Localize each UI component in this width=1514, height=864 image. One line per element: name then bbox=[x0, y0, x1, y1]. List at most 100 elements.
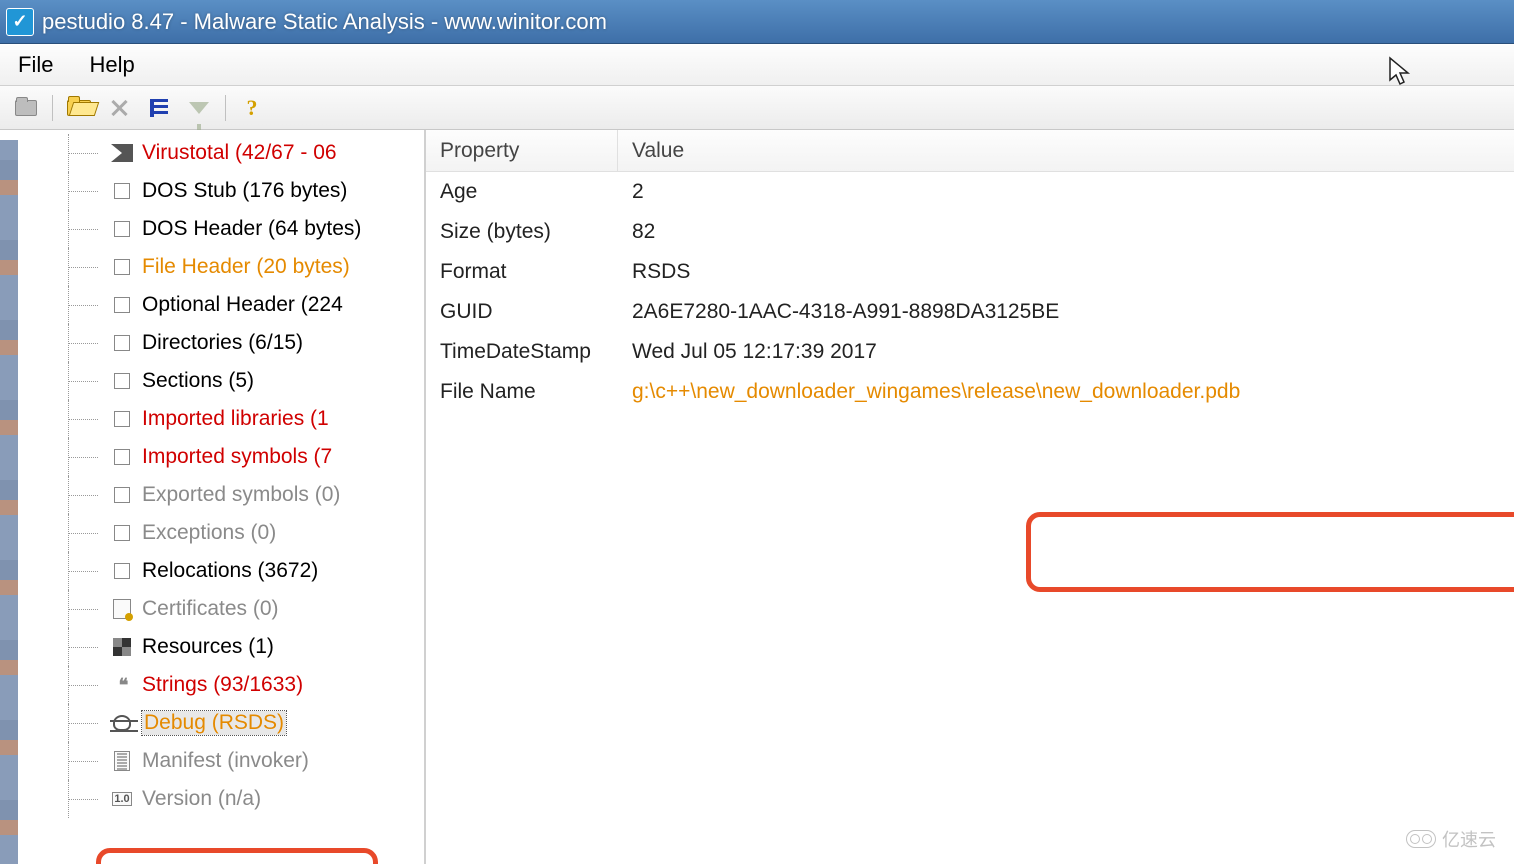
detail-value: 2 bbox=[618, 180, 1514, 204]
tree-item[interactable]: ❝ Strings (93/1633) bbox=[28, 666, 424, 704]
tree-item[interactable]: Optional Header (224 bbox=[28, 286, 424, 324]
toolbar: ? bbox=[0, 86, 1514, 130]
virustotal-icon bbox=[111, 144, 133, 162]
annotation-box-filename bbox=[1026, 512, 1514, 592]
header-property[interactable]: Property bbox=[426, 130, 618, 171]
folder-open-icon bbox=[67, 100, 91, 116]
tree-item-label: Strings (93/1633) bbox=[142, 673, 303, 697]
tree-item[interactable]: Sections (5) bbox=[28, 362, 424, 400]
tree-item-label: Sections (5) bbox=[142, 369, 254, 393]
tree-item[interactable]: Resources (1) bbox=[28, 628, 424, 666]
tree-scroll[interactable]: Virustotal (42/67 - 06 DOS Stub (176 byte… bbox=[18, 130, 424, 864]
tree-item-label: File Header (20 bytes) bbox=[142, 255, 350, 279]
tree-item-icon bbox=[110, 599, 134, 619]
toolbar-separator bbox=[52, 95, 53, 121]
toolbar-list-button[interactable] bbox=[141, 92, 177, 124]
tree-item[interactable]: Debug (RSDS) bbox=[28, 704, 424, 742]
detail-pane: Property Value Age2Size (bytes)82FormatR… bbox=[426, 130, 1514, 864]
list-icon bbox=[150, 99, 168, 117]
tree-item-icon bbox=[110, 751, 134, 771]
detail-row[interactable]: GUID2A6E7280-1AAC-4318-A991-8898DA3125BE bbox=[426, 292, 1514, 332]
checkbox-icon bbox=[114, 373, 130, 389]
checkbox-icon bbox=[114, 221, 130, 237]
watermark: 亿速云 bbox=[1406, 826, 1496, 852]
detail-property: Format bbox=[426, 260, 618, 284]
resources-icon bbox=[113, 638, 131, 656]
tree-item[interactable]: Imported libraries (1 bbox=[28, 400, 424, 438]
tree-item-icon bbox=[110, 181, 134, 201]
detail-row[interactable]: FormatRSDS bbox=[426, 252, 1514, 292]
watermark-text: 亿速云 bbox=[1442, 826, 1496, 852]
tree-item[interactable]: Exported symbols (0) bbox=[28, 476, 424, 514]
tree-item[interactable]: Imported symbols (7 bbox=[28, 438, 424, 476]
tree-item-icon bbox=[110, 409, 134, 429]
detail-row[interactable]: Size (bytes)82 bbox=[426, 212, 1514, 252]
detail-value: Wed Jul 05 12:17:39 2017 bbox=[618, 340, 1514, 364]
help-icon: ? bbox=[247, 95, 258, 121]
detail-property: Size (bytes) bbox=[426, 220, 618, 244]
tree-item[interactable]: DOS Stub (176 bytes) bbox=[28, 172, 424, 210]
tree-item-label: Exported symbols (0) bbox=[142, 483, 340, 507]
header-value[interactable]: Value bbox=[618, 130, 1514, 171]
detail-value: RSDS bbox=[618, 260, 1514, 284]
tree-item[interactable]: Virustotal (42/67 - 06 bbox=[28, 134, 424, 172]
checkbox-icon bbox=[114, 411, 130, 427]
tree-item[interactable]: 1.0 Version (n/a) bbox=[28, 780, 424, 818]
tree-item[interactable]: Manifest (invoker) bbox=[28, 742, 424, 780]
tree-item-label: Version (n/a) bbox=[142, 787, 261, 811]
toolbar-close-button[interactable] bbox=[101, 92, 137, 124]
filter-icon bbox=[189, 102, 209, 114]
content: Virustotal (42/67 - 06 DOS Stub (176 byte… bbox=[0, 130, 1514, 864]
detail-row[interactable]: TimeDateStampWed Jul 05 12:17:39 2017 bbox=[426, 332, 1514, 372]
tree-item-icon bbox=[110, 219, 134, 239]
window-title: pestudio 8.47 - Malware Static Analysis … bbox=[42, 9, 607, 35]
tree-item-label: Resources (1) bbox=[142, 635, 274, 659]
tree-item[interactable]: DOS Header (64 bytes) bbox=[28, 210, 424, 248]
detail-property: File Name bbox=[426, 380, 618, 404]
tree-item-icon: ❝ bbox=[110, 675, 134, 695]
toolbar-separator bbox=[225, 95, 226, 121]
tree-item-icon bbox=[110, 143, 134, 163]
toolbar-open-button[interactable] bbox=[61, 92, 97, 124]
detail-row[interactable]: File Nameg:\c++\new_downloader_wingames\… bbox=[426, 372, 1514, 412]
close-icon bbox=[109, 98, 129, 118]
tree-item[interactable]: Relocations (3672) bbox=[28, 552, 424, 590]
titlebar[interactable]: ✓ pestudio 8.47 - Malware Static Analysi… bbox=[0, 0, 1514, 44]
checkbox-icon bbox=[114, 183, 130, 199]
tree-item-label: Certificates (0) bbox=[142, 597, 279, 621]
tree-item[interactable]: Exceptions (0) bbox=[28, 514, 424, 552]
detail-value: g:\c++\new_downloader_wingames\release\n… bbox=[618, 380, 1514, 404]
left-edge-decoration bbox=[0, 140, 18, 864]
certificate-icon bbox=[113, 599, 131, 619]
detail-header: Property Value bbox=[426, 130, 1514, 172]
checkbox-icon bbox=[114, 449, 130, 465]
tree-item-icon bbox=[110, 523, 134, 543]
tree-pane: Virustotal (42/67 - 06 DOS Stub (176 byte… bbox=[18, 130, 426, 864]
tree-item-icon bbox=[110, 295, 134, 315]
tree-item[interactable]: Certificates (0) bbox=[28, 590, 424, 628]
strings-icon: ❝ bbox=[119, 675, 126, 696]
menu-help[interactable]: Help bbox=[83, 48, 140, 82]
tree-item-icon bbox=[110, 447, 134, 467]
tree-item-label: Virustotal (42/67 - 06 bbox=[142, 141, 337, 165]
toolbar-help-button[interactable]: ? bbox=[234, 92, 270, 124]
tree-item-label: Relocations (3672) bbox=[142, 559, 318, 583]
checkbox-icon bbox=[114, 525, 130, 541]
menu-file[interactable]: File bbox=[12, 48, 59, 82]
checkbox-icon bbox=[114, 335, 130, 351]
tree-item-icon bbox=[110, 561, 134, 581]
detail-value: 82 bbox=[618, 220, 1514, 244]
tree-item-icon: 1.0 bbox=[110, 789, 134, 809]
toolbar-folder-gray-button[interactable] bbox=[8, 92, 44, 124]
tree-item-icon bbox=[110, 333, 134, 353]
toolbar-filter-button[interactable] bbox=[181, 92, 217, 124]
detail-value: 2A6E7280-1AAC-4318-A991-8898DA3125BE bbox=[618, 300, 1514, 324]
checkbox-icon bbox=[114, 297, 130, 313]
detail-row[interactable]: Age2 bbox=[426, 172, 1514, 212]
checkbox-icon bbox=[114, 259, 130, 275]
checkbox-icon bbox=[114, 563, 130, 579]
tree-item-icon bbox=[110, 257, 134, 277]
tree-item[interactable]: Directories (6/15) bbox=[28, 324, 424, 362]
tree-item[interactable]: File Header (20 bytes) bbox=[28, 248, 424, 286]
detail-property: TimeDateStamp bbox=[426, 340, 618, 364]
